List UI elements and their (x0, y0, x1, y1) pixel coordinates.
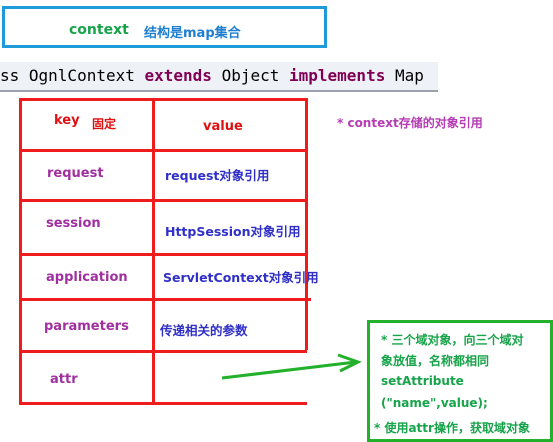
context-storage-note: * context存储的对象引用 (337, 116, 483, 130)
key-request: request (47, 166, 104, 181)
table-row-line (19, 350, 307, 353)
table-row-line (19, 149, 307, 152)
context-description: 结构是map集合 (144, 26, 241, 41)
scope-note-line: * 三个域对象，向三个域对 (381, 333, 524, 347)
key-attr: attr (50, 372, 78, 387)
value-application: ServletContext对象引用 (163, 270, 319, 285)
table-row-line (19, 199, 307, 202)
keyword-implements: implements (289, 66, 386, 85)
key-application: application (46, 270, 128, 285)
scope-note-line: ("name",value); (381, 396, 488, 410)
value-parameters: 传递相关的参数 (160, 323, 248, 338)
scope-note-line: 象放值，名称都相同 (381, 354, 490, 368)
value-session: HttpSession对象引用 (165, 224, 301, 239)
table-border-top (19, 98, 307, 101)
class-declaration: ss OgnlContext extends Object implements… (0, 66, 424, 85)
code-prefix: ss OgnlContext (0, 66, 145, 85)
keyword-extends: extends (144, 66, 212, 85)
code-map: Map (385, 66, 424, 85)
table-border-right (305, 98, 308, 350)
table-border-left (19, 98, 22, 405)
key-session: session (46, 216, 101, 231)
context-label: context (69, 22, 129, 38)
context-title-box: context 结构是map集合 (2, 6, 327, 48)
table-border-bottom (19, 402, 307, 405)
table-divider-vertical (152, 98, 155, 405)
header-key: key (54, 113, 80, 128)
key-parameters: parameters (44, 319, 129, 334)
scope-note-box: * 三个域对象，向三个域对 象放值，名称都相同 setAttribute ("n… (367, 320, 553, 442)
header-value: value (203, 119, 243, 134)
scope-note-line: setAttribute (381, 374, 464, 388)
table-row-line (19, 253, 307, 256)
value-request: request对象引用 (165, 168, 270, 183)
table-row-line (19, 298, 311, 301)
header-key-note: 固定 (92, 117, 117, 131)
code-object: Object (211, 66, 289, 85)
scope-note-line: * 使用attr操作，获取域对象 (374, 421, 530, 435)
